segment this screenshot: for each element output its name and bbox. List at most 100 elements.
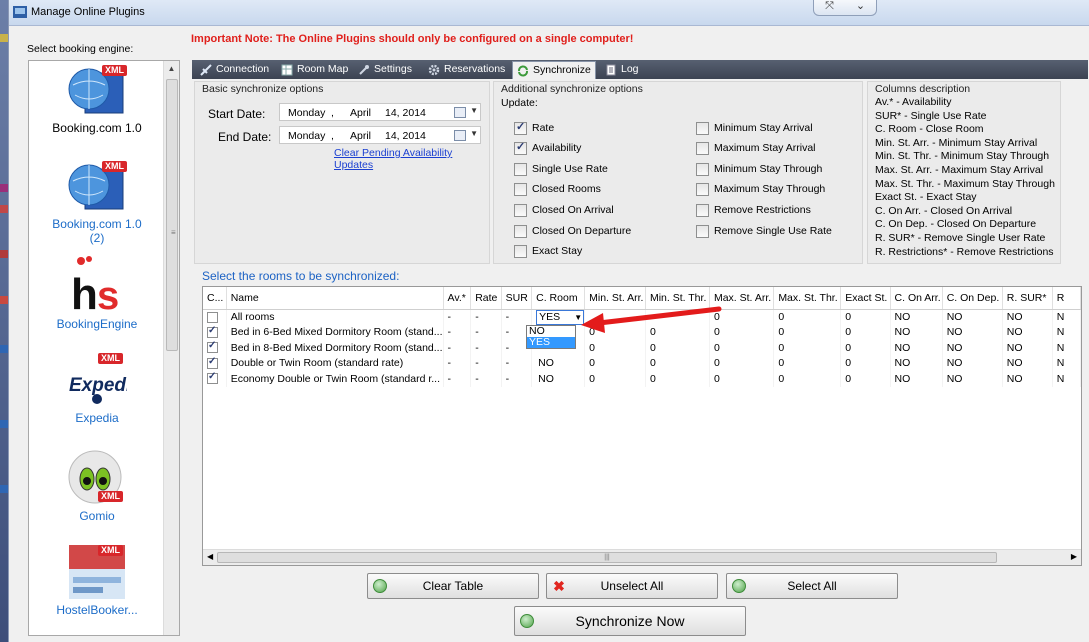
column-header[interactable]: R	[1052, 287, 1081, 310]
calendar-icon[interactable]	[454, 107, 466, 118]
column-header[interactable]: C. Room	[531, 287, 586, 310]
max-stay-through-checkbox[interactable]: Maximum Stay Through	[696, 183, 825, 196]
column-header[interactable]: Av.*	[443, 287, 472, 310]
additional-options-title: Additional synchronize options	[501, 83, 643, 95]
column-header[interactable]: C. On Dep.	[942, 287, 1003, 310]
title-bar: Manage Online Plugins ⤧ ⌄	[9, 0, 1089, 26]
closed-rooms-checkbox[interactable]: Closed Rooms	[514, 183, 601, 196]
closed-on-arrival-checkbox[interactable]: Closed On Arrival	[514, 204, 614, 217]
chevron-down-icon[interactable]: ⌄	[845, 0, 876, 15]
select-all-button[interactable]: Select All	[726, 573, 898, 599]
unselect-all-button[interactable]: ✖ Unselect All	[546, 573, 718, 599]
row-checkbox[interactable]	[207, 340, 218, 354]
start-date-picker[interactable]: Monday , April 14, 2014 ▼	[279, 103, 481, 121]
tab-log[interactable]: Log	[601, 61, 639, 79]
globe-icon: XML	[67, 159, 127, 215]
column-header[interactable]: C...	[203, 287, 227, 310]
tab-connection[interactable]: Connection	[196, 61, 269, 79]
engine-list-scrollbar[interactable]: ▲ ≡	[163, 61, 179, 635]
min-stay-arrival-checkbox[interactable]: Minimum Stay Arrival	[696, 122, 813, 135]
restore-icon[interactable]: ⤧	[814, 0, 845, 15]
closed-room-dropdown-list[interactable]: NO YES	[526, 325, 576, 349]
clear-icon	[373, 579, 387, 593]
update-label: Update:	[501, 97, 538, 109]
dropdown-option-yes[interactable]: YES	[527, 337, 575, 348]
tab-synchronize[interactable]: Synchronize	[512, 61, 596, 79]
clear-pending-link[interactable]: Clear Pending Availability Updates	[334, 147, 489, 171]
scroll-thumb[interactable]: ≡	[166, 79, 178, 351]
columns-description-list: Av.* - Availability SUR* - Single Use Ra…	[875, 96, 1055, 258]
tab-strip: Connection Room Map Settings Reservation…	[192, 60, 1088, 79]
exact-stay-checkbox[interactable]: Exact Stay	[514, 245, 582, 258]
engine-list[interactable]: XML Booking.com 1.0 XML Booking.com 1.0 …	[28, 60, 180, 636]
single-use-rate-checkbox[interactable]: Single Use Rate	[514, 163, 608, 176]
window-controls: ⤧ ⌄	[813, 0, 877, 16]
engine-item-bookingengine[interactable]: h s BookingEngine	[29, 255, 165, 331]
close-button[interactable]	[1069, 0, 1089, 26]
settings-icon	[359, 65, 369, 75]
engine-name: HostelBooker...	[56, 603, 138, 617]
closed-room-dropdown[interactable]: YES ▼	[536, 309, 584, 325]
max-stay-arrival-checkbox[interactable]: Maximum Stay Arrival	[696, 142, 816, 155]
column-header[interactable]: Rate	[470, 287, 502, 310]
tab-room-map[interactable]: Room Map	[277, 61, 348, 79]
engine-item-gomio[interactable]: XML Gomio	[29, 447, 165, 523]
scroll-left-icon[interactable]: ◀	[207, 552, 213, 561]
grid-horizontal-scrollbar[interactable]: ◀ ||| ▶	[203, 549, 1081, 565]
column-header[interactable]: SUR	[501, 287, 533, 310]
availability-checkbox[interactable]: Availability	[514, 141, 581, 155]
background-strip	[0, 0, 8, 642]
manage-plugins-window: Manage Online Plugins ⤧ ⌄ Select booking…	[8, 0, 1089, 642]
rate-checkbox[interactable]: Rate	[514, 121, 554, 135]
svg-text:h: h	[71, 270, 98, 315]
row-checkbox[interactable]	[207, 356, 218, 369]
chevron-down-icon[interactable]: ▼	[470, 129, 478, 138]
log-icon	[606, 64, 616, 76]
add-icon	[732, 579, 746, 593]
column-header[interactable]: Name	[226, 287, 444, 310]
engine-item-booking[interactable]: XML Booking.com 1.0	[29, 63, 165, 135]
row-checkbox[interactable]	[207, 311, 218, 323]
scroll-right-icon[interactable]: ▶	[1071, 552, 1077, 561]
remove-single-use-rate-checkbox[interactable]: Remove Single Use Rate	[696, 225, 832, 238]
scroll-up-icon[interactable]: ▲	[164, 61, 179, 77]
connection-icon	[200, 64, 212, 76]
closed-on-departure-checkbox[interactable]: Closed On Departure	[514, 225, 631, 238]
end-date-label: End Date:	[218, 130, 272, 144]
additional-options-group: Additional synchronize options Update: R…	[493, 81, 863, 264]
engine-item-booking-2[interactable]: XML Booking.com 1.0 (2)	[29, 159, 165, 245]
min-stay-through-checkbox[interactable]: Minimum Stay Through	[696, 163, 822, 176]
table-row[interactable]: Bed in 8-Bed Mixed Dormitory Room (stand…	[203, 340, 1081, 356]
tab-settings[interactable]: Settings	[354, 61, 412, 79]
column-header[interactable]: R. SUR*	[1002, 287, 1053, 310]
end-date-picker[interactable]: Monday , April 14, 2014 ▼	[279, 126, 481, 144]
engine-name: Gomio	[79, 509, 115, 523]
row-checkbox[interactable]	[207, 325, 218, 338]
clear-table-button[interactable]: Clear Table	[367, 573, 539, 599]
chevron-down-icon[interactable]: ▼	[470, 106, 478, 115]
remove-restrictions-checkbox[interactable]: Remove Restrictions	[696, 204, 811, 217]
app-icon	[13, 6, 27, 18]
expedia-logo-icon: Expedia XML	[67, 351, 142, 409]
engine-item-hostelbooker[interactable]: XML HostelBooker...	[29, 543, 165, 617]
column-header[interactable]: Max. St. Thr.	[773, 287, 842, 310]
row-checkbox[interactable]	[207, 371, 218, 385]
synchronize-now-button[interactable]: Synchronize Now	[514, 606, 746, 636]
engine-name: BookingEngine	[56, 317, 138, 331]
calendar-icon[interactable]	[454, 130, 466, 141]
basic-options-group: Basic synchronize options Start Date: Mo…	[194, 81, 490, 264]
svg-text:s: s	[97, 274, 119, 315]
svg-text:Expedia: Expedia	[69, 375, 127, 396]
scroll-thumb[interactable]: |||	[217, 552, 997, 563]
globe-icon: XML	[67, 63, 127, 119]
select-engine-label: Select booking engine:	[27, 43, 134, 55]
basic-options-title: Basic synchronize options	[202, 83, 324, 95]
table-row[interactable]: Double or Twin Room (standard rate) - - …	[203, 355, 1081, 371]
column-header[interactable]: C. On Arr.	[890, 287, 943, 310]
engine-item-expedia[interactable]: Expedia XML Expedia	[29, 351, 165, 425]
tab-reservations[interactable]: Reservations	[424, 61, 505, 79]
table-row[interactable]: Economy Double or Twin Room (standard r.…	[203, 371, 1081, 387]
synchronize-icon	[518, 65, 528, 77]
close-icon: ✖	[553, 578, 565, 594]
column-header[interactable]: Exact St.	[840, 287, 891, 310]
